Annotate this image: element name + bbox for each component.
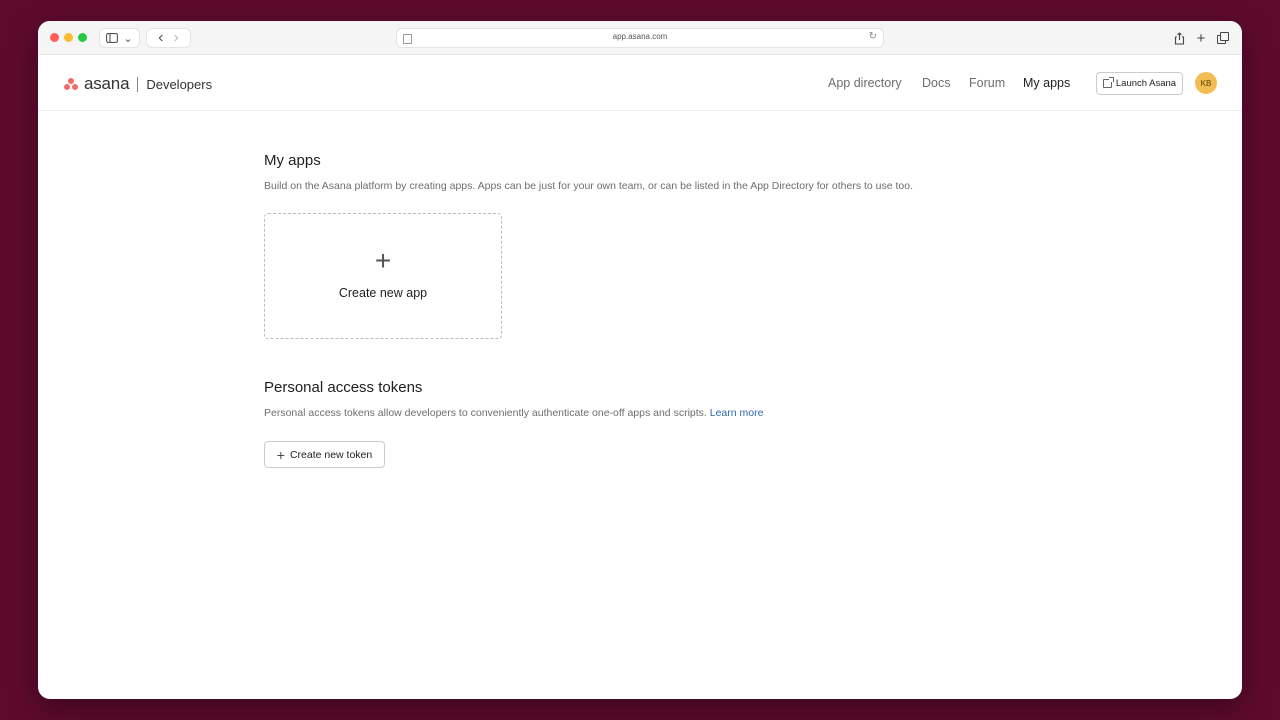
- close-icon[interactable]: [50, 33, 59, 42]
- site-header: asana Developers App directory Docs Foru…: [38, 55, 1242, 111]
- forward-icon[interactable]: ›: [174, 29, 179, 47]
- asana-logo-icon: [63, 77, 80, 91]
- maximize-icon[interactable]: [78, 33, 87, 42]
- address-bar[interactable]: app.asana.com ↻: [396, 28, 884, 48]
- my-apps-description: Build on the Asana platform by creating …: [264, 180, 914, 192]
- create-new-token-label: Create new token: [289, 448, 373, 461]
- browser-toolbar: ⌄ ‹ › app.asana.com ↻ +: [38, 21, 1242, 55]
- nav-app-directory[interactable]: App directory: [828, 76, 902, 90]
- external-link-icon: [1102, 77, 1114, 88]
- plus-icon: +: [374, 245, 392, 276]
- nav-forum[interactable]: Forum: [969, 76, 1005, 90]
- url-text: app.asana.com: [612, 32, 668, 41]
- avatar[interactable]: KB: [1195, 72, 1217, 94]
- reload-icon[interactable]: ↻: [869, 31, 877, 42]
- browser-window: ⌄ ‹ › app.asana.com ↻ + asana Developers…: [38, 21, 1242, 699]
- tabs-overview-icon[interactable]: [1214, 29, 1232, 47]
- personal-access-tokens-title: Personal access tokens: [264, 379, 423, 396]
- tokens-description-text: Personal access tokens allow developers …: [264, 407, 707, 419]
- nav-docs[interactable]: Docs: [922, 76, 950, 90]
- history-nav: ‹ ›: [146, 28, 191, 48]
- sidebar-toggle-button[interactable]: ⌄: [99, 28, 140, 48]
- sidebar-icon: [106, 33, 119, 43]
- learn-more-link[interactable]: Learn more: [710, 407, 764, 419]
- plus-icon: +: [276, 446, 285, 463]
- minimize-icon[interactable]: [64, 33, 73, 42]
- nav-my-apps[interactable]: My apps: [1023, 76, 1070, 90]
- back-icon[interactable]: ‹: [158, 29, 163, 47]
- create-new-app-card[interactable]: + Create new app: [264, 213, 502, 339]
- personal-access-tokens-description: Personal access tokens allow developers …: [264, 407, 763, 419]
- new-tab-icon[interactable]: +: [1192, 29, 1210, 47]
- asana-logo[interactable]: asana Developers: [63, 74, 212, 94]
- chevron-down-icon: ⌄: [123, 32, 133, 45]
- logo-section-label: Developers: [146, 76, 213, 92]
- create-new-token-button[interactable]: + Create new token: [264, 441, 385, 468]
- my-apps-title: My apps: [264, 152, 321, 169]
- launch-asana-button[interactable]: Launch Asana: [1096, 72, 1183, 95]
- logo-divider: [137, 76, 139, 92]
- launch-asana-label: Launch Asana: [1115, 78, 1177, 89]
- create-new-app-label: Create new app: [338, 286, 428, 300]
- logo-wordmark: asana: [84, 74, 130, 93]
- share-icon[interactable]: [1170, 29, 1188, 47]
